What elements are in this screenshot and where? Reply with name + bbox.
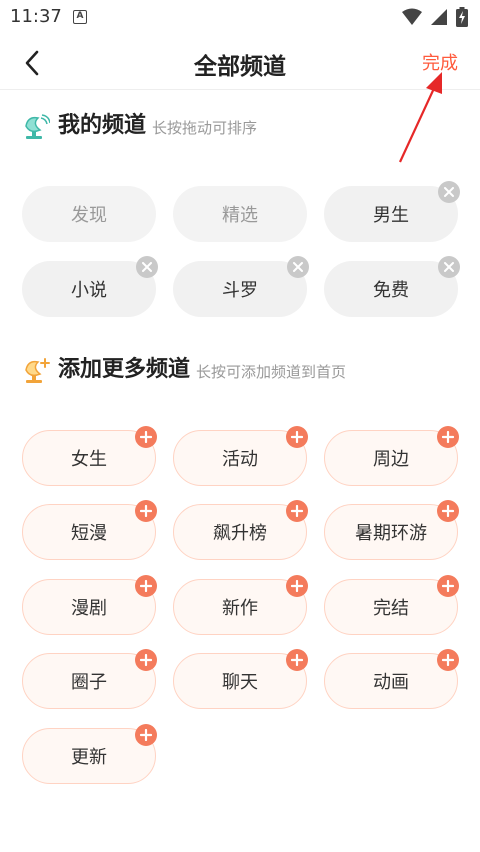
status-icons	[402, 7, 468, 27]
chip-label: 完结	[373, 598, 409, 619]
remove-icon[interactable]	[136, 256, 158, 278]
add-icon[interactable]	[437, 500, 459, 522]
section-hint: 长按可添加频道到首页	[196, 363, 347, 381]
chip-label: 漫剧	[71, 598, 107, 619]
chip-label: 精选	[222, 205, 258, 226]
chip-label: 更新	[71, 747, 107, 768]
chip-label: 活动	[222, 449, 258, 470]
chip-label: 发现	[71, 205, 107, 226]
chip-label: 斗罗	[222, 280, 258, 301]
more-channel-chip[interactable]: 暑期环游	[324, 500, 459, 560]
add-icon[interactable]	[286, 426, 308, 448]
remove-icon[interactable]	[287, 256, 309, 278]
add-icon[interactable]	[437, 649, 459, 671]
add-icon[interactable]	[135, 426, 157, 448]
more-channel-chip[interactable]: 新作	[173, 575, 308, 635]
more-channel-chip[interactable]: 飙升榜	[173, 500, 308, 560]
add-icon[interactable]	[135, 649, 157, 671]
my-channel-chip[interactable]: 免费	[324, 256, 460, 317]
satellite-dish-icon	[25, 114, 50, 139]
more-channel-chip[interactable]: 聊天	[173, 649, 308, 709]
add-icon[interactable]	[135, 575, 157, 597]
section-hint: 长按拖动可排序	[152, 119, 258, 137]
add-icon[interactable]	[286, 649, 308, 671]
notification-icon: A	[73, 10, 87, 24]
add-icon[interactable]	[437, 575, 459, 597]
add-icon[interactable]	[135, 500, 157, 522]
section-title: 我的频道	[58, 113, 147, 138]
remove-icon[interactable]	[438, 181, 460, 203]
more-channel-chip[interactable]: 圈子	[22, 649, 157, 709]
wifi-icon	[402, 8, 422, 25]
battery-icon	[456, 7, 468, 27]
more-channel-chip[interactable]: 周边	[324, 426, 459, 486]
chip-label: 周边	[373, 449, 409, 470]
my-channel-chip[interactable]: 精选	[173, 186, 307, 242]
chip-label: 暑期环游	[355, 523, 427, 544]
status-bar: 11:37 A	[0, 0, 480, 36]
chip-label: 免费	[373, 280, 409, 301]
chip-label: 聊天	[222, 672, 258, 693]
chip-label: 新作	[222, 598, 258, 619]
my-channel-chip[interactable]: 男生	[324, 181, 460, 242]
satellite-dish-add-icon	[25, 358, 50, 383]
my-channel-chip[interactable]: 小说	[22, 256, 158, 317]
chip-label: 小说	[71, 280, 107, 301]
my-channel-chip[interactable]: 发现	[22, 186, 156, 242]
more-channel-chip[interactable]: 短漫	[22, 500, 157, 560]
more-channel-chip[interactable]: 更新	[22, 724, 157, 784]
add-icon[interactable]	[135, 724, 157, 746]
remove-icon[interactable]	[438, 256, 460, 278]
status-time: 11:37	[10, 6, 62, 27]
chip-label: 动画	[373, 672, 409, 693]
annotation-arrow-icon	[399, 72, 442, 163]
more-channel-chip[interactable]: 完结	[324, 575, 459, 635]
add-icon[interactable]	[437, 426, 459, 448]
add-icon[interactable]	[286, 575, 308, 597]
add-icon[interactable]	[286, 500, 308, 522]
chip-label: 女生	[71, 449, 107, 470]
more-channel-chip[interactable]: 漫剧	[22, 575, 157, 635]
more-channel-chip[interactable]: 动画	[324, 649, 459, 709]
more-channel-chip[interactable]: 活动	[173, 426, 308, 486]
chip-label: 圈子	[71, 672, 107, 693]
section-title: 添加更多频道	[58, 357, 191, 382]
chip-label: 飙升榜	[213, 523, 267, 544]
my-channel-chip[interactable]: 斗罗	[173, 256, 309, 317]
chip-label: 短漫	[71, 523, 107, 544]
chip-label: 男生	[373, 205, 409, 226]
more-channel-chip[interactable]: 女生	[22, 426, 157, 486]
more-channels-header: 添加更多频道 长按可添加频道到首页	[24, 356, 346, 384]
cellular-signal-icon	[431, 9, 447, 25]
my-channels-header: 我的频道 长按拖动可排序	[24, 112, 257, 140]
